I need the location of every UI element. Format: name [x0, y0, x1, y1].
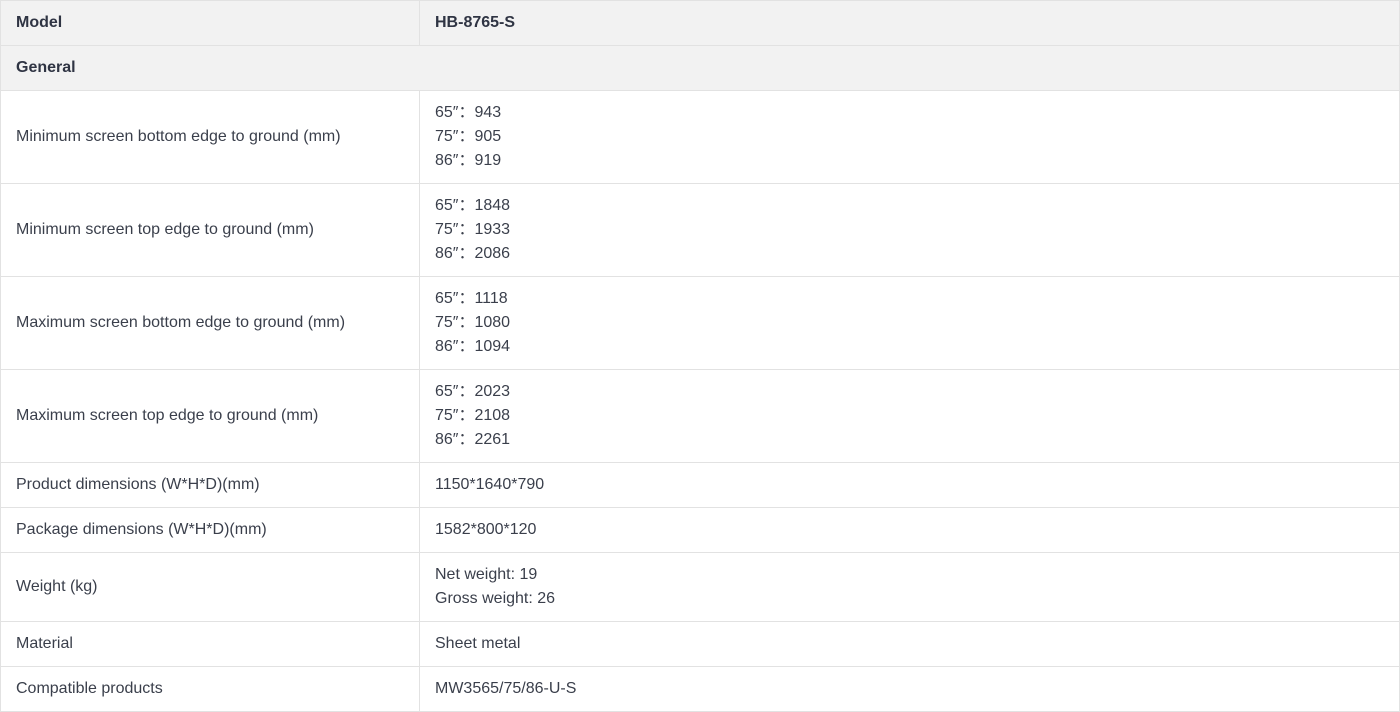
row-value: Sheet metal	[419, 621, 1400, 667]
value-line: 75″：2108	[435, 407, 511, 424]
value-line: Sheet metal	[435, 635, 521, 652]
row-value: 65″：943 75″：905 86″：919	[419, 90, 1400, 184]
table-row: Material Sheet metal	[0, 621, 1400, 667]
row-label: Compatible products	[0, 666, 420, 712]
value-line: MW3565/75/86-U-S	[435, 680, 577, 697]
table-header-row: Model HB-8765-S	[0, 0, 1400, 46]
row-value: 65″：1848 75″：1933 86″：2086	[419, 183, 1400, 277]
value-line: 75″：905	[435, 128, 502, 145]
row-label: Package dimensions (W*H*D)(mm)	[0, 507, 420, 553]
value-line: 75″：1080	[435, 314, 511, 331]
value-line: 1582*800*120	[435, 521, 537, 538]
row-value: 65″：1118 75″：1080 86″：1094	[419, 276, 1400, 370]
table-row: Minimum screen top edge to ground (mm) 6…	[0, 183, 1400, 277]
header-model-value: HB-8765-S	[419, 0, 1400, 46]
value-line: 65″：2023	[435, 383, 511, 400]
table-row: Minimum screen bottom edge to ground (mm…	[0, 90, 1400, 184]
header-label: Model	[0, 0, 420, 46]
row-label: Material	[0, 621, 420, 667]
row-label: Minimum screen top edge to ground (mm)	[0, 183, 420, 277]
value-line: 86″：2086	[435, 245, 511, 262]
section-row-general: General	[0, 45, 1400, 91]
table-row: Maximum screen top edge to ground (mm) 6…	[0, 369, 1400, 463]
row-value: MW3565/75/86-U-S	[419, 666, 1400, 712]
row-label: Maximum screen bottom edge to ground (mm…	[0, 276, 420, 370]
row-value: 65″：2023 75″：2108 86″：2261	[419, 369, 1400, 463]
value-line: 75″：1933	[435, 221, 511, 238]
value-line: 65″：1118	[435, 290, 508, 307]
value-line: 86″：919	[435, 152, 502, 169]
row-value: 1150*1640*790	[419, 462, 1400, 508]
value-line: 86″：1094	[435, 338, 511, 355]
value-line: 65″：1848	[435, 197, 511, 214]
section-title: General	[0, 45, 1400, 91]
spec-table: Model HB-8765-S General Minimum screen b…	[0, 0, 1400, 712]
row-label: Maximum screen top edge to ground (mm)	[0, 369, 420, 463]
table-row: Product dimensions (W*H*D)(mm) 1150*1640…	[0, 462, 1400, 508]
table-row: Weight (kg) Net weight: 19 Gross weight:…	[0, 552, 1400, 622]
row-value: Net weight: 19 Gross weight: 26	[419, 552, 1400, 622]
value-line: Net weight: 19	[435, 566, 538, 583]
value-line: 65″：943	[435, 104, 502, 121]
value-line: Gross weight: 26	[435, 590, 556, 607]
row-value: 1582*800*120	[419, 507, 1400, 553]
table-row: Package dimensions (W*H*D)(mm) 1582*800*…	[0, 507, 1400, 553]
table-row: Maximum screen bottom edge to ground (mm…	[0, 276, 1400, 370]
row-label: Weight (kg)	[0, 552, 420, 622]
value-line: 86″：2261	[435, 431, 511, 448]
row-label: Minimum screen bottom edge to ground (mm…	[0, 90, 420, 184]
row-label: Product dimensions (W*H*D)(mm)	[0, 462, 420, 508]
table-row: Compatible products MW3565/75/86-U-S	[0, 666, 1400, 712]
value-line: 1150*1640*790	[435, 476, 545, 493]
